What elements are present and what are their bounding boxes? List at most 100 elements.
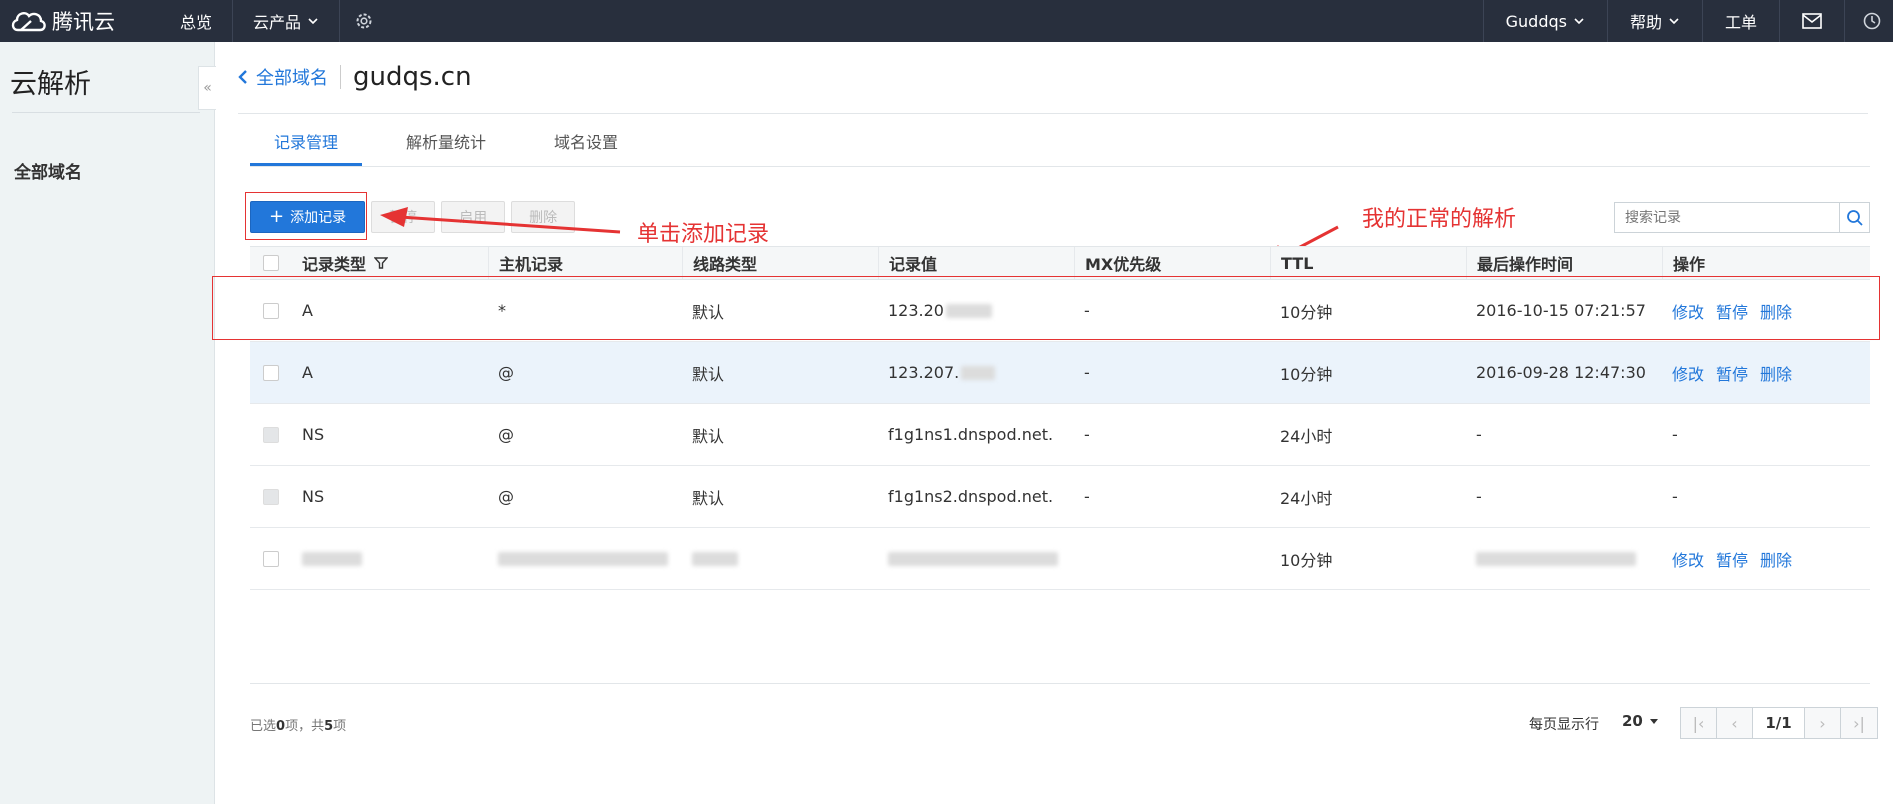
brand-logo[interactable]: 腾讯云	[10, 6, 160, 36]
cell-host: @	[498, 363, 514, 382]
messages-button[interactable]	[1779, 0, 1844, 42]
last-page-button[interactable]: ›|	[1841, 708, 1877, 738]
cell-last-modified: -	[1476, 425, 1482, 444]
header-divider	[238, 113, 1868, 114]
page-indicator[interactable]: 1/1	[1753, 708, 1805, 738]
page-title: gudqs.cn	[353, 62, 472, 92]
redacted-value	[1476, 551, 1636, 566]
double-chevron-left-icon: «	[203, 80, 212, 96]
cell-mx-priority: -	[1084, 425, 1090, 444]
redacted-value	[961, 365, 996, 380]
sidebar-divider	[12, 112, 200, 113]
tab-domain-settings[interactable]: 域名设置	[530, 130, 642, 166]
enable-button[interactable]: 启用	[441, 201, 506, 233]
table-row: NS @ 默认 f1g1ns2.dnspod.net. - 24小时 - -	[250, 466, 1870, 528]
pause-button[interactable]: 暂停	[371, 201, 436, 233]
per-page-value: 20	[1622, 712, 1643, 730]
nav-overview[interactable]: 总览	[160, 0, 234, 42]
nav-cloud-products[interactable]: 云产品	[233, 0, 341, 42]
per-page-label: 每页显示行	[1529, 717, 1599, 733]
tab-record-management[interactable]: 记录管理	[250, 130, 363, 166]
sidebar-collapse-button[interactable]: «	[198, 66, 216, 110]
selection-mid: 项，共	[285, 719, 325, 734]
caret-down-icon	[1649, 719, 1658, 724]
per-page-select[interactable]: 20	[1622, 712, 1660, 730]
filter-icon[interactable]	[374, 256, 389, 270]
cell-actions: -	[1672, 487, 1678, 506]
prev-page-button[interactable]: ‹	[1717, 708, 1753, 738]
select-all-checkbox[interactable]	[263, 255, 279, 271]
delete-button[interactable]: 删除	[511, 201, 576, 233]
table-row: A @ 默认 123.207. - 10分钟 2016-09-28 12:47:…	[250, 342, 1870, 404]
cloud-logo-icon	[11, 12, 46, 32]
ticket-link[interactable]: 工单	[1701, 0, 1779, 42]
chevron-down-icon	[1574, 18, 1584, 25]
cell-line-type: 默认	[692, 488, 725, 508]
table-row: NS @ 默认 f1g1ns1.dnspod.net. - 24小时 - -	[250, 404, 1870, 466]
mail-icon	[1802, 13, 1822, 29]
cell-record-value	[878, 528, 1074, 589]
chevron-right-icon: ›	[1819, 713, 1826, 733]
row-checkbox[interactable]	[263, 550, 279, 567]
redacted-value	[692, 551, 738, 566]
header-host: 主机记录	[488, 247, 682, 279]
history-button[interactable]	[1844, 0, 1893, 42]
chevron-down-icon	[1669, 18, 1679, 25]
pause-link[interactable]: 暂停	[1716, 361, 1748, 385]
user-menu[interactable]: Guddqs	[1482, 0, 1607, 42]
row-select-cell	[250, 404, 292, 465]
edit-link[interactable]: 修改	[1672, 547, 1704, 571]
help-menu[interactable]: 帮助	[1606, 0, 1702, 42]
cell-ttl: 10分钟	[1280, 550, 1333, 570]
cell-ttl: 24小时	[1280, 426, 1333, 446]
cell-actions: 修改 暂停 删除	[1662, 342, 1870, 403]
header-mx-priority: MX优先级	[1074, 247, 1270, 279]
back-to-all-domains-link[interactable]: 全部域名	[238, 64, 328, 90]
selection-summary: 已选0项，共5项	[250, 715, 346, 734]
row-checkbox-disabled	[263, 426, 279, 443]
cell-ttl: 10分钟	[1280, 364, 1333, 384]
cell-record-value: 123.207.	[878, 342, 1074, 403]
next-page-button[interactable]: ›	[1805, 708, 1841, 738]
delete-link[interactable]: 删除	[1760, 547, 1792, 571]
edit-link[interactable]: 修改	[1672, 361, 1704, 385]
annotation-box-add-button	[245, 192, 367, 240]
redacted-value	[498, 551, 668, 566]
cell-mx-priority: -	[1084, 487, 1090, 506]
settings-button[interactable]	[340, 0, 388, 42]
cell-host	[488, 528, 682, 589]
chevron-down-icon	[308, 18, 318, 25]
row-checkbox-disabled	[263, 488, 279, 505]
chevron-left-icon	[238, 70, 247, 84]
sidebar: 云解析 全部域名	[0, 42, 215, 804]
brand-name: 腾讯云	[52, 10, 115, 34]
header-line-type: 线路类型	[682, 247, 878, 279]
table-header: 记录类型 主机记录 线路类型 记录值 MX优先级 TTL 最后操作时间 操作	[250, 246, 1870, 280]
header-ttl: TTL	[1270, 247, 1466, 279]
cell-record-type: NS	[302, 425, 325, 444]
cell-last-modified: 2016-09-28 12:47:30	[1476, 363, 1646, 382]
chevron-left-icon: ‹	[1731, 713, 1738, 733]
cell-line-type: 默认	[692, 364, 725, 384]
selection-suffix: 项	[333, 719, 347, 734]
table-row: 10分钟 修改 暂停 删除	[250, 528, 1870, 590]
breadcrumb-separator	[340, 65, 341, 89]
clock-icon	[1863, 12, 1881, 30]
row-checkbox[interactable]	[263, 364, 279, 381]
cell-record-type: NS	[302, 487, 325, 506]
sidebar-item-all-domains[interactable]: 全部域名	[14, 158, 82, 183]
pagination: |‹ ‹ 1/1 › ›|	[1680, 707, 1878, 739]
cell-record-value: f1g1ns2.dnspod.net.	[888, 487, 1054, 506]
search-button[interactable]	[1839, 203, 1869, 232]
delete-link[interactable]: 删除	[1760, 361, 1792, 385]
header-record-type[interactable]: 记录类型	[292, 247, 488, 279]
header-actions: 操作	[1662, 247, 1870, 279]
select-all-cell	[250, 247, 292, 279]
cell-record-type: A	[302, 363, 313, 382]
top-navbar: 腾讯云 总览 云产品 Guddqs 帮助 工单	[0, 0, 1893, 42]
search-box	[1614, 202, 1870, 233]
pause-link[interactable]: 暂停	[1716, 547, 1748, 571]
first-page-button[interactable]: |‹	[1681, 708, 1717, 738]
tab-resolution-stats[interactable]: 解析量统计	[382, 130, 510, 166]
search-input[interactable]	[1615, 203, 1839, 232]
